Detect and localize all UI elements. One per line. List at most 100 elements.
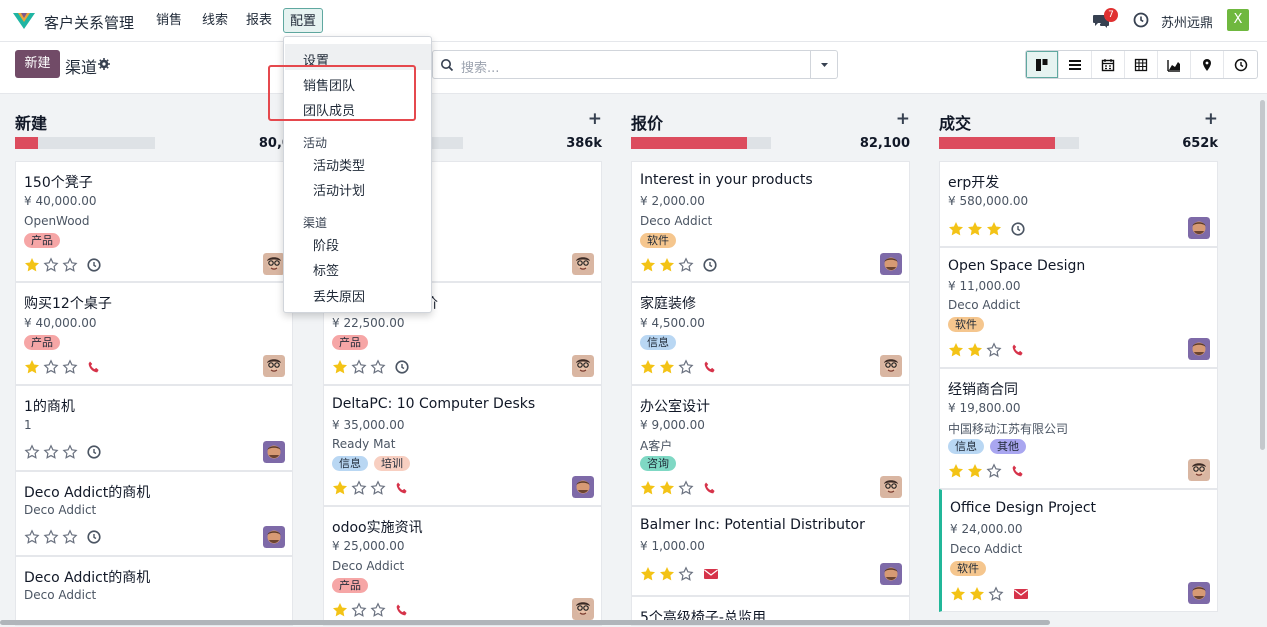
star-empty-icon[interactable] [678,257,694,273]
priority-stars[interactable] [640,257,717,273]
clock-icon[interactable] [395,360,409,374]
column-title[interactable]: 报价 [631,110,663,134]
menu-reports[interactable]: 报表 [240,8,278,33]
priority-stars[interactable] [332,480,409,496]
star-empty-icon[interactable] [986,463,1002,479]
star-full-icon[interactable] [640,566,656,582]
phone-icon[interactable] [395,481,409,495]
kanban-card[interactable]: 办公室设计 ¥ 9,000.00 A客户 咨询 [631,385,910,506]
view-list[interactable] [1059,51,1092,78]
envelope-icon[interactable] [1013,587,1029,601]
star-empty-icon[interactable] [43,529,59,545]
user-avatar[interactable]: X [1227,9,1249,31]
kanban-card[interactable]: Deco Addict的商机 Deco Addict [15,471,293,556]
column-progress-bar[interactable] [15,137,155,149]
priority-stars[interactable] [948,221,1025,237]
menu-item-activity-types[interactable]: 活动类型 [313,155,365,174]
priority-stars[interactable] [950,586,1029,602]
gear-icon[interactable] [98,58,110,70]
star-empty-icon[interactable] [351,602,367,618]
kanban-card[interactable]: odoo实施资讯 ¥ 25,000.00 Deco Addict 产品 [323,506,602,626]
phone-icon[interactable] [1011,464,1025,478]
star-full-icon[interactable] [659,480,675,496]
star-full-icon[interactable] [967,342,983,358]
activity-clock-icon[interactable] [1133,12,1149,28]
kanban-card[interactable]: DeltaPC: 10 Computer Desks ¥ 35,000.00 R… [323,385,602,506]
view-pivot[interactable] [1125,51,1158,78]
salesperson-avatar[interactable] [263,253,285,275]
star-full-icon[interactable] [969,586,985,602]
priority-stars[interactable] [948,463,1025,479]
kanban-card[interactable]: Interest in your products ¥ 2,000.00 Dec… [631,161,910,282]
star-full-icon[interactable] [659,257,675,273]
star-empty-icon[interactable] [43,444,59,460]
kanban-card[interactable]: 购买12个桌子 ¥ 40,000.00 产品 [15,282,293,385]
salesperson-avatar[interactable] [572,598,594,620]
star-full-icon[interactable] [640,359,656,375]
salesperson-avatar[interactable] [1188,582,1210,604]
star-full-icon[interactable] [24,359,40,375]
phone-icon[interactable] [395,603,409,617]
star-full-icon[interactable] [24,257,40,273]
star-empty-icon[interactable] [678,359,694,375]
column-title[interactable]: 成交 [939,110,971,134]
column-progress-bar[interactable] [939,137,1079,149]
star-empty-icon[interactable] [24,444,40,460]
star-full-icon[interactable] [948,221,964,237]
star-full-icon[interactable] [948,342,964,358]
salesperson-avatar[interactable] [263,355,285,377]
search-options-toggle[interactable] [810,51,837,78]
priority-stars[interactable] [24,257,101,273]
add-card-icon[interactable]: + [896,109,910,129]
menu-item-tags[interactable]: 标签 [313,260,339,279]
view-calendar[interactable] [1092,51,1125,78]
priority-stars[interactable] [24,359,101,375]
star-empty-icon[interactable] [43,257,59,273]
new-button[interactable]: 新建 [15,50,60,78]
priority-stars[interactable] [640,566,719,582]
add-card-icon[interactable]: + [1204,109,1218,129]
clock-icon[interactable] [87,258,101,272]
search-input[interactable]: 搜索... [461,57,499,76]
priority-stars[interactable] [640,480,717,496]
priority-stars[interactable] [948,342,1025,358]
salesperson-avatar[interactable] [1188,217,1210,239]
star-full-icon[interactable] [967,221,983,237]
priority-stars[interactable] [332,359,409,375]
salesperson-avatar[interactable] [263,526,285,548]
salesperson-avatar[interactable] [1188,338,1210,360]
priority-stars[interactable] [24,529,101,545]
star-empty-icon[interactable] [351,480,367,496]
horizontal-scrollbar[interactable] [0,620,1050,625]
star-empty-icon[interactable] [351,359,367,375]
add-card-icon[interactable]: + [588,109,602,129]
priority-stars[interactable] [332,602,409,618]
star-empty-icon[interactable] [678,480,694,496]
salesperson-avatar[interactable] [263,441,285,463]
envelope-icon[interactable] [703,567,719,581]
salesperson-avatar[interactable] [572,355,594,377]
star-empty-icon[interactable] [62,257,78,273]
phone-icon[interactable] [1011,343,1025,357]
search-bar[interactable]: 搜索... [432,50,838,79]
star-full-icon[interactable] [332,359,348,375]
star-empty-icon[interactable] [24,529,40,545]
star-empty-icon[interactable] [62,359,78,375]
star-full-icon[interactable] [659,359,675,375]
salesperson-avatar[interactable] [880,253,902,275]
star-full-icon[interactable] [640,480,656,496]
phone-icon[interactable] [703,481,717,495]
view-kanban[interactable] [1026,51,1059,78]
kanban-card[interactable]: 经销商合同 ¥ 19,800.00 中国移动江苏有限公司 信息 其他 [939,368,1218,489]
clock-icon[interactable] [87,445,101,459]
clock-icon[interactable] [87,530,101,544]
salesperson-avatar[interactable] [572,253,594,275]
clock-icon[interactable] [703,258,717,272]
star-empty-icon[interactable] [43,359,59,375]
kanban-card[interactable]: 150个凳子 ¥ 40,000.00 OpenWood 产品 [15,161,293,282]
star-empty-icon[interactable] [370,480,386,496]
menu-leads[interactable]: 线索 [196,8,234,33]
company-switcher[interactable]: 苏州远鼎 [1161,12,1213,31]
star-empty-icon[interactable] [678,566,694,582]
kanban-card[interactable]: Deco Addict的商机 Deco Addict [15,556,293,626]
